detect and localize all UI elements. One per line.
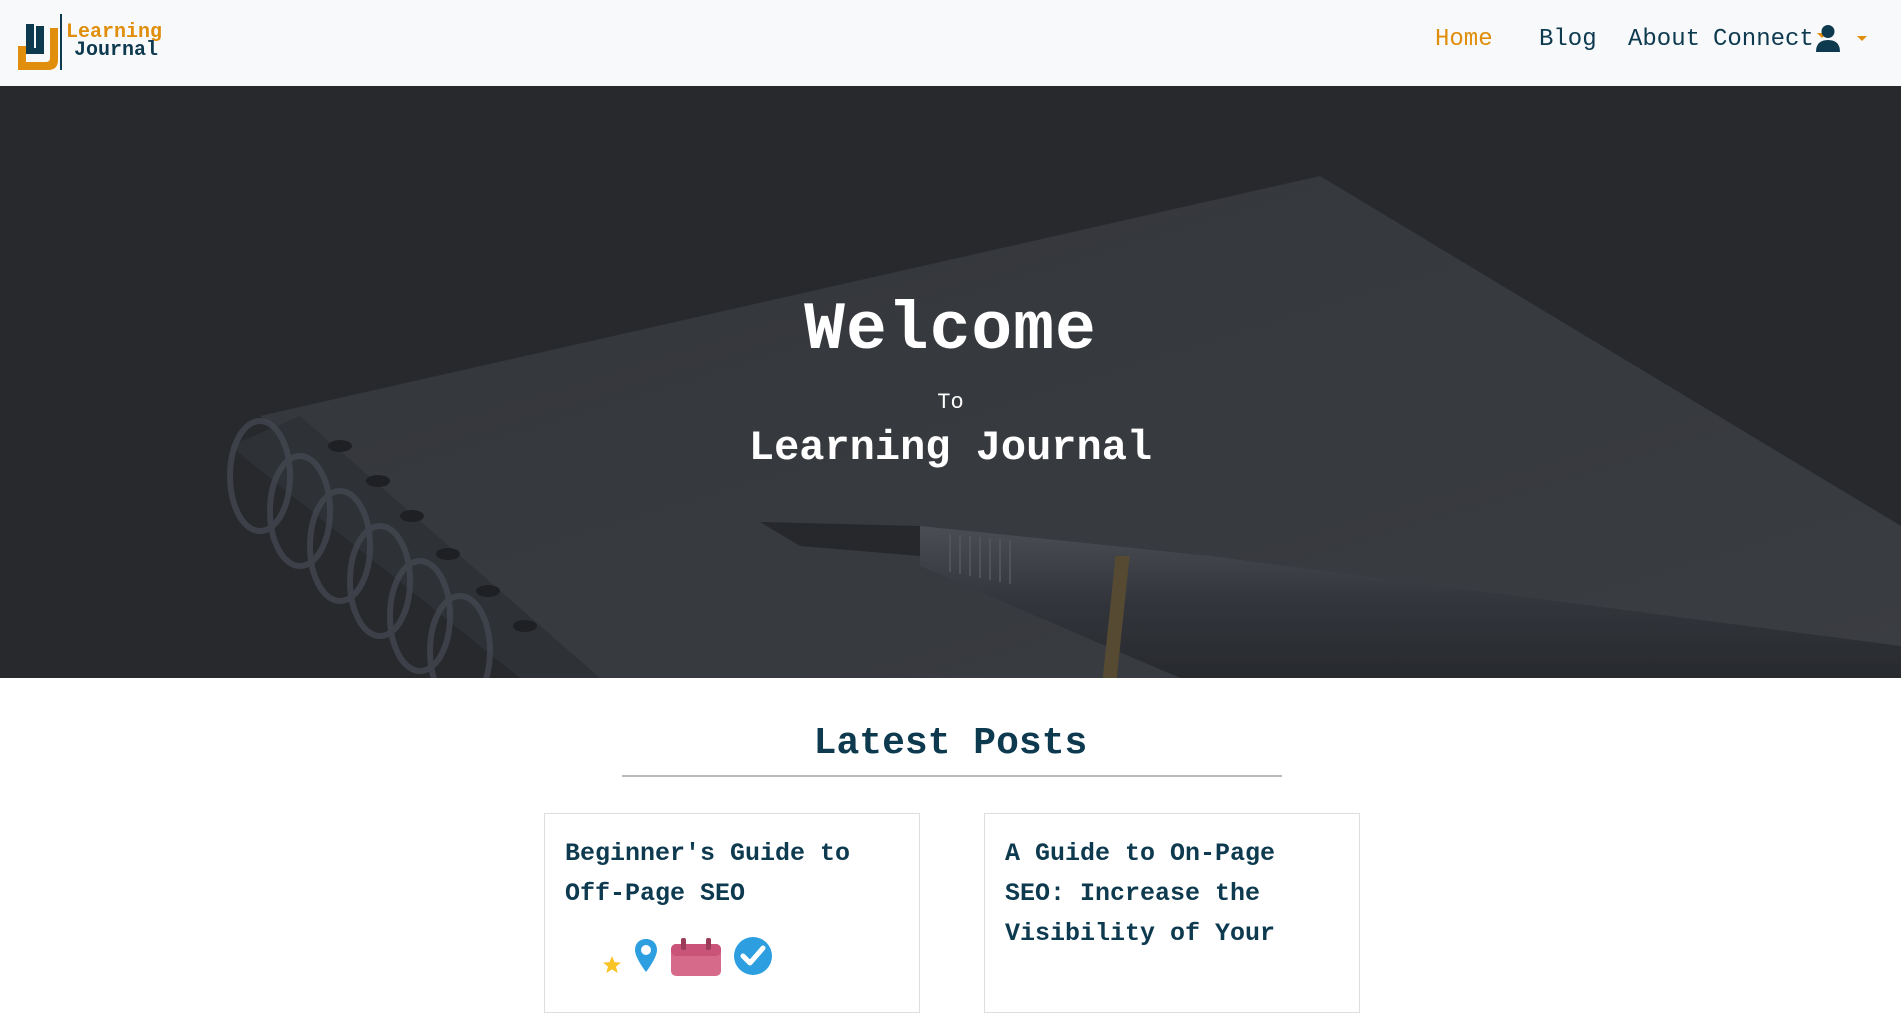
brand-line-2: Journal — [74, 39, 159, 62]
hero-site-name: Learning Journal — [748, 424, 1153, 472]
nav-connect-dropdown[interactable]: Connect — [1713, 26, 1827, 53]
brand-logo-link[interactable]: Learning Journal — [14, 12, 162, 72]
post-emoji-row — [601, 936, 773, 976]
post-card[interactable]: A Guide to On-Page SEO: Increase the Vis… — [984, 813, 1360, 1013]
post-card[interactable]: Beginner's Guide to Off-Page SEO — [544, 813, 920, 1013]
section-divider — [622, 775, 1282, 777]
latest-posts-heading: Latest Posts — [813, 722, 1088, 765]
nav-blog-link[interactable]: Blog — [1539, 26, 1597, 53]
map-pin-icon — [635, 939, 657, 972]
user-menu-toggle[interactable] — [1815, 24, 1867, 52]
nav-about-link[interactable]: About — [1628, 26, 1700, 53]
brand-text: Learning Journal — [66, 23, 162, 62]
navbar: Learning Journal Home Blog About Connect — [0, 0, 1901, 86]
calendar-icon — [671, 938, 721, 976]
user-icon — [1816, 25, 1840, 52]
nav-connect-label: Connect — [1713, 26, 1814, 53]
hero-to-text: To — [937, 390, 964, 415]
star-icon — [603, 956, 621, 973]
hero-banner: Welcome To Learning Journal — [0, 86, 1901, 678]
hero-text: Welcome To Learning Journal — [0, 86, 1901, 678]
nav-home-link[interactable]: Home — [1435, 26, 1493, 53]
post-title-link[interactable]: A Guide to On-Page SEO: Increase the Vis… — [1005, 834, 1345, 954]
chevron-down-icon — [1857, 35, 1867, 41]
logo-icon — [18, 14, 62, 70]
check-badge-icon — [734, 937, 772, 975]
hero-welcome-heading: Welcome — [804, 292, 1097, 369]
post-title-link[interactable]: Beginner's Guide to Off-Page SEO — [565, 834, 905, 914]
